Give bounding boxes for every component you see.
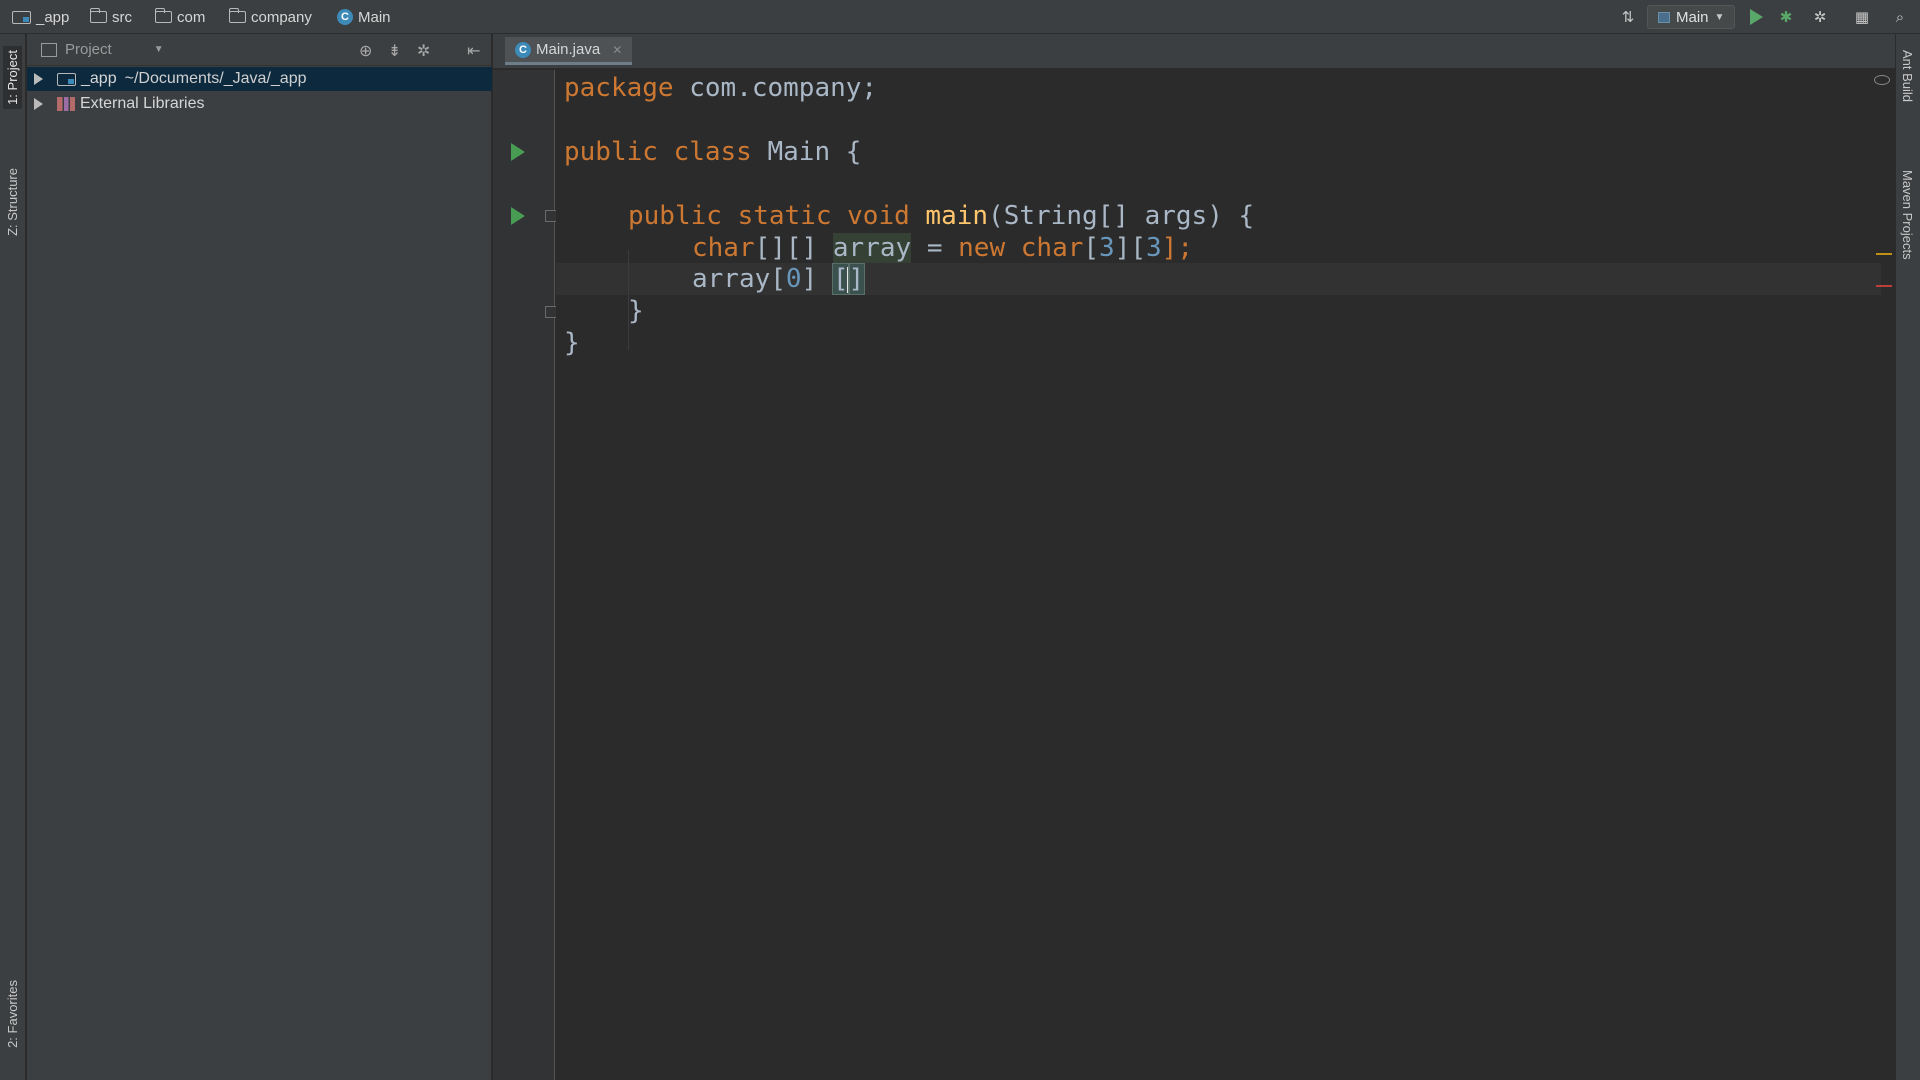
coverage-icon[interactable]: ✲ bbox=[1808, 5, 1832, 29]
code-token: array[ bbox=[692, 264, 786, 294]
application-icon bbox=[1658, 11, 1670, 23]
breadcrumb-label: company bbox=[251, 8, 312, 26]
code-token: ] bbox=[847, 263, 866, 295]
tab-project-tool[interactable]: 1: Project bbox=[3, 46, 22, 109]
code-token: ] bbox=[801, 264, 833, 294]
breadcrumb-app[interactable]: _app bbox=[12, 7, 69, 27]
tab-label: Main.java bbox=[536, 41, 601, 58]
code-token: Main { bbox=[751, 137, 862, 167]
code-token: public static void bbox=[628, 201, 910, 231]
project-panel-title: Project bbox=[65, 41, 112, 58]
chevron-down-icon: ▼ bbox=[1714, 11, 1725, 23]
tree-item-name: _app bbox=[81, 70, 117, 87]
folder-icon bbox=[154, 8, 172, 23]
right-tool-window-bar: Ant Build Maven Projects bbox=[1895, 34, 1920, 1080]
code-token: new char bbox=[958, 233, 1084, 263]
code-token: 0 bbox=[785, 264, 802, 294]
breadcrumb-label: src bbox=[112, 8, 132, 26]
code-token: ]; bbox=[1161, 233, 1193, 263]
module-folder-icon bbox=[12, 10, 31, 24]
tab-main-java[interactable]: C Main.java ✕ bbox=[505, 37, 633, 65]
breadcrumb-com[interactable]: com bbox=[154, 7, 206, 27]
code-token: package bbox=[564, 73, 674, 103]
code-token: 3 bbox=[1146, 233, 1162, 263]
code-token: [][] bbox=[754, 233, 833, 263]
code-token: [ bbox=[1083, 233, 1100, 263]
code-token: = bbox=[911, 233, 959, 263]
code-token: } bbox=[628, 296, 644, 326]
scroll-from-source-icon[interactable]: ⊕ bbox=[359, 41, 372, 61]
tree-item-name: External Libraries bbox=[80, 95, 205, 112]
breadcrumb-company[interactable]: company bbox=[228, 7, 312, 27]
class-icon: C bbox=[337, 9, 353, 25]
breadcrumb-main[interactable]: C Main bbox=[337, 7, 391, 27]
editor-tab-bar: C Main.java ✕ bbox=[493, 34, 1895, 69]
collapse-all-icon[interactable]: ⇟ bbox=[388, 41, 401, 61]
tree-item-external-libraries[interactable]: External Libraries bbox=[27, 92, 492, 116]
code-token: com.company; bbox=[673, 73, 878, 103]
code-token: char bbox=[692, 233, 755, 263]
warning-stripe-marker[interactable] bbox=[1876, 253, 1892, 255]
tab-structure-tool[interactable]: Z: Structure bbox=[3, 164, 22, 240]
code-line-8: } bbox=[628, 295, 644, 327]
editor-gutter bbox=[493, 70, 559, 1080]
breadcrumb-src[interactable]: src bbox=[89, 7, 132, 27]
code-token: array bbox=[832, 233, 912, 263]
project-panel-header: Project ▼ ⊕ ⇟ ✲ ⇤ bbox=[27, 34, 492, 66]
project-icon bbox=[41, 42, 57, 57]
hide-panel-icon[interactable]: ⇤ bbox=[467, 41, 480, 61]
tab-ant-build[interactable]: Ant Build bbox=[1900, 50, 1915, 102]
code-token: main bbox=[925, 201, 989, 231]
expand-arrow-icon[interactable] bbox=[34, 98, 43, 110]
module-folder-icon bbox=[57, 72, 76, 86]
search-icon[interactable]: ⌕ bbox=[1888, 5, 1912, 29]
left-tool-window-bar: 1: Project Z: Structure 2: Favorites bbox=[0, 34, 26, 1080]
navigation-bar: _app src com company C Main ⇅ Main ▼ ✱ ✲… bbox=[0, 0, 1920, 34]
gear-icon[interactable]: ✲ bbox=[417, 41, 430, 61]
error-stripe-marker[interactable] bbox=[1876, 285, 1892, 287]
code-line-9: } bbox=[564, 327, 580, 359]
code-token: (String[] args) { bbox=[988, 201, 1255, 231]
run-configuration-dropdown[interactable]: Main ▼ bbox=[1647, 5, 1735, 29]
code-token: 3 bbox=[1099, 233, 1115, 263]
tree-item-app-module[interactable]: _app ~/Documents/_Java/_app bbox=[27, 67, 492, 91]
debug-icon[interactable]: ✱ bbox=[1774, 5, 1798, 29]
code-token: } bbox=[564, 328, 580, 358]
folder-icon bbox=[228, 8, 246, 23]
libraries-icon bbox=[57, 97, 75, 111]
code-token: public class bbox=[564, 137, 752, 167]
project-structure-icon[interactable]: ▦ bbox=[1850, 5, 1874, 29]
eye-icon[interactable] bbox=[1874, 75, 1890, 85]
code-line-5: public static void main(String[] args) { bbox=[628, 200, 1254, 232]
expand-arrow-icon[interactable] bbox=[34, 73, 43, 85]
breadcrumb-label: Main bbox=[358, 8, 391, 26]
folder-icon bbox=[89, 8, 107, 23]
code-line-1: package com.company; bbox=[564, 72, 877, 104]
run-class-icon[interactable] bbox=[511, 143, 525, 161]
project-tool-window: Project ▼ ⊕ ⇟ ✲ ⇤ _app ~/Documents/_Java… bbox=[27, 34, 492, 1080]
tree-item-path: ~/Documents/_Java/_app bbox=[124, 70, 307, 87]
breadcrumb-label: com bbox=[177, 8, 206, 26]
code-token: ][ bbox=[1114, 233, 1147, 263]
code-editor[interactable]: package com.company; public class Main {… bbox=[556, 70, 1895, 1080]
run-method-icon[interactable] bbox=[511, 207, 525, 225]
class-icon: C bbox=[515, 41, 531, 58]
run-icon[interactable] bbox=[1744, 5, 1768, 29]
code-line-7: array[0] [] bbox=[692, 263, 866, 295]
tab-maven-projects[interactable]: Maven Projects bbox=[1900, 170, 1915, 260]
breadcrumb-label: _app bbox=[36, 8, 70, 26]
chevron-down-icon: ▼ bbox=[153, 44, 164, 55]
tab-favorites-tool[interactable]: 2: Favorites bbox=[3, 976, 22, 1052]
project-view-selector[interactable]: Project ▼ bbox=[41, 41, 164, 58]
code-line-6: char[][] array = new char[3][3]; bbox=[692, 232, 1193, 264]
close-icon[interactable]: ✕ bbox=[612, 43, 622, 57]
build-icon[interactable]: ⇅ bbox=[1616, 5, 1640, 29]
code-line-3: public class Main { bbox=[564, 136, 861, 168]
run-config-label: Main bbox=[1676, 8, 1709, 26]
